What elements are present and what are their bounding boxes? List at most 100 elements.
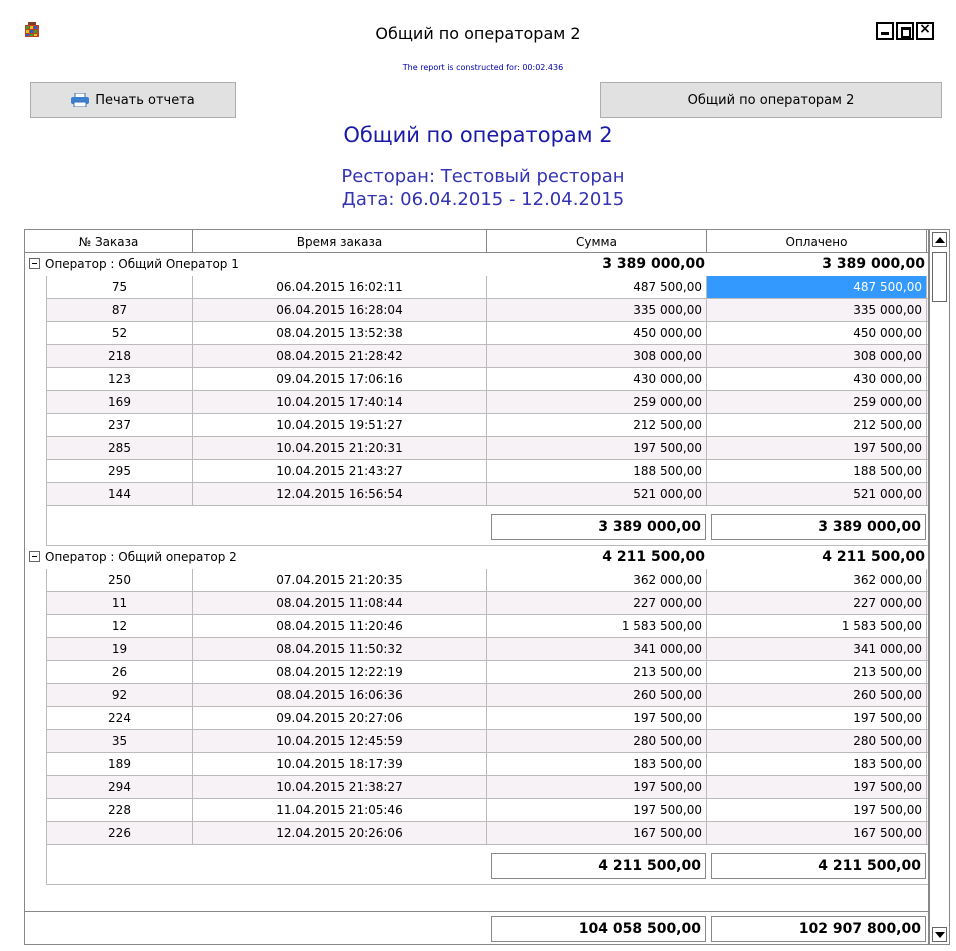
table-row[interactable]: 19 08.04.2015 11:50:32 341 000,00 341 000,0… — [47, 638, 928, 661]
cell-order-time[interactable]: 10.04.2015 17:40:14 — [193, 391, 487, 413]
cell-order-time[interactable]: 12.04.2015 16:56:54 — [193, 483, 487, 505]
cell-order-id[interactable]: 92 — [47, 684, 193, 706]
cell-sum[interactable]: 487 500,00 — [487, 276, 707, 298]
cell-order-time[interactable]: 08.04.2015 16:06:36 — [193, 684, 487, 706]
cell-order-id[interactable]: 224 — [47, 707, 193, 729]
cell-paid[interactable]: 188 500,00 — [707, 460, 927, 482]
cell-paid[interactable]: 183 500,00 — [707, 753, 927, 775]
table-row[interactable]: 295 10.04.2015 21:43:27 188 500,00 188 500,… — [47, 460, 928, 483]
cell-order-id[interactable]: 169 — [47, 391, 193, 413]
cell-sum[interactable]: 213 500,00 — [487, 661, 707, 683]
cell-sum[interactable]: 335 000,00 — [487, 299, 707, 321]
cell-sum[interactable]: 227 000,00 — [487, 592, 707, 614]
collapse-icon[interactable] — [29, 551, 40, 562]
vertical-scrollbar[interactable] — [929, 229, 950, 945]
cell-sum[interactable]: 430 000,00 — [487, 368, 707, 390]
minimize-button[interactable] — [876, 22, 894, 40]
cell-order-time[interactable]: 12.04.2015 20:26:06 — [193, 822, 487, 844]
cell-paid[interactable]: 227 000,00 — [707, 592, 927, 614]
cell-order-id[interactable]: 11 — [47, 592, 193, 614]
table-row[interactable]: 35 10.04.2015 12:45:59 280 500,00 280 500,0… — [47, 730, 928, 753]
cell-paid[interactable]: 197 500,00 — [707, 799, 927, 821]
cell-sum[interactable]: 260 500,00 — [487, 684, 707, 706]
cell-paid[interactable]: 213 500,00 — [707, 661, 927, 683]
cell-paid[interactable]: 1 583 500,00 — [707, 615, 927, 637]
table-row[interactable]: 237 10.04.2015 19:51:27 212 500,00 212 500,… — [47, 414, 928, 437]
cell-order-id[interactable]: 189 — [47, 753, 193, 775]
cell-paid[interactable]: 197 500,00 — [707, 707, 927, 729]
cell-order-id[interactable]: 12 — [47, 615, 193, 637]
cell-order-id[interactable]: 87 — [47, 299, 193, 321]
cell-order-id[interactable]: 295 — [47, 460, 193, 482]
cell-order-id[interactable]: 52 — [47, 322, 193, 344]
cell-sum[interactable]: 521 000,00 — [487, 483, 707, 505]
cell-order-time[interactable]: 10.04.2015 21:38:27 — [193, 776, 487, 798]
cell-order-id[interactable]: 218 — [47, 345, 193, 367]
cell-order-id[interactable]: 144 — [47, 483, 193, 505]
table-row[interactable]: 218 08.04.2015 21:28:42 308 000,00 308 000,… — [47, 345, 928, 368]
cell-paid[interactable]: 335 000,00 — [707, 299, 927, 321]
cell-paid[interactable]: 259 000,00 — [707, 391, 927, 413]
table-row[interactable]: 226 12.04.2015 20:26:06 167 500,00 167 500,… — [47, 822, 928, 845]
cell-order-time[interactable]: 10.04.2015 12:45:59 — [193, 730, 487, 752]
cell-order-time[interactable]: 08.04.2015 11:08:44 — [193, 592, 487, 614]
table-row[interactable]: 52 08.04.2015 13:52:38 450 000,00 450 000,0… — [47, 322, 928, 345]
cell-order-id[interactable]: 75 — [47, 276, 193, 298]
cell-order-id[interactable]: 35 — [47, 730, 193, 752]
cell-sum[interactable]: 197 500,00 — [487, 799, 707, 821]
table-row[interactable]: 75 06.04.2015 16:02:11 487 500,00 487 500,0… — [47, 276, 928, 299]
cell-order-time[interactable]: 09.04.2015 17:06:16 — [193, 368, 487, 390]
cell-paid[interactable]: 280 500,00 — [707, 730, 927, 752]
table-row[interactable]: 26 08.04.2015 12:22:19 213 500,00 213 500,0… — [47, 661, 928, 684]
cell-paid[interactable]: 260 500,00 — [707, 684, 927, 706]
cell-sum[interactable]: 341 000,00 — [487, 638, 707, 660]
cell-order-time[interactable]: 09.04.2015 20:27:06 — [193, 707, 487, 729]
table-row[interactable]: 285 10.04.2015 21:20:31 197 500,00 197 500,… — [47, 437, 928, 460]
table-row[interactable]: 189 10.04.2015 18:17:39 183 500,00 183 500,… — [47, 753, 928, 776]
table-row[interactable]: 250 07.04.2015 21:20:35 362 000,00 362 000,… — [47, 569, 928, 592]
table-row[interactable]: 92 08.04.2015 16:06:36 260 500,00 260 500,0… — [47, 684, 928, 707]
cell-sum[interactable]: 308 000,00 — [487, 345, 707, 367]
cell-order-id[interactable]: 294 — [47, 776, 193, 798]
cell-paid[interactable]: 521 000,00 — [707, 483, 927, 505]
cell-order-id[interactable]: 19 — [47, 638, 193, 660]
cell-order-time[interactable]: 10.04.2015 21:20:31 — [193, 437, 487, 459]
cell-sum[interactable]: 197 500,00 — [487, 437, 707, 459]
table-row[interactable]: 169 10.04.2015 17:40:14 259 000,00 259 000,… — [47, 391, 928, 414]
table-row[interactable]: 224 09.04.2015 20:27:06 197 500,00 197 500,… — [47, 707, 928, 730]
cell-order-time[interactable]: 06.04.2015 16:28:04 — [193, 299, 487, 321]
cell-order-id[interactable]: 285 — [47, 437, 193, 459]
table-row[interactable]: 12 08.04.2015 11:20:46 1 583 500,00 1 583 5… — [47, 615, 928, 638]
cell-order-id[interactable]: 226 — [47, 822, 193, 844]
cell-order-id[interactable]: 228 — [47, 799, 193, 821]
table-row[interactable]: 11 08.04.2015 11:08:44 227 000,00 227 000,0… — [47, 592, 928, 615]
cell-order-time[interactable]: 06.04.2015 16:02:11 — [193, 276, 487, 298]
column-header-order[interactable]: № Заказа — [25, 230, 193, 253]
column-header-paid[interactable]: Оплачено — [707, 230, 927, 253]
scroll-up-icon[interactable] — [932, 232, 947, 247]
cell-order-time[interactable]: 08.04.2015 13:52:38 — [193, 322, 487, 344]
cell-order-id[interactable]: 250 — [47, 569, 193, 591]
report-select-button[interactable]: Общий по операторам 2 — [600, 82, 942, 118]
column-header-time[interactable]: Время заказа — [193, 230, 487, 253]
cell-order-time[interactable]: 10.04.2015 18:17:39 — [193, 753, 487, 775]
scroll-thumb[interactable] — [932, 252, 947, 302]
cell-sum[interactable]: 259 000,00 — [487, 391, 707, 413]
cell-paid[interactable]: 362 000,00 — [707, 569, 927, 591]
table-row[interactable]: 144 12.04.2015 16:56:54 521 000,00 521 000,… — [47, 483, 928, 506]
scroll-down-icon[interactable] — [932, 927, 947, 942]
cell-paid[interactable]: 197 500,00 — [707, 776, 927, 798]
cell-order-time[interactable]: 07.04.2015 21:20:35 — [193, 569, 487, 591]
cell-sum[interactable]: 188 500,00 — [487, 460, 707, 482]
cell-order-id[interactable]: 237 — [47, 414, 193, 436]
table-row[interactable]: 228 11.04.2015 21:05:46 197 500,00 197 500,… — [47, 799, 928, 822]
cell-order-time[interactable]: 08.04.2015 11:50:32 — [193, 638, 487, 660]
cell-sum[interactable]: 212 500,00 — [487, 414, 707, 436]
cell-sum[interactable]: 197 500,00 — [487, 707, 707, 729]
cell-paid[interactable]: 308 000,00 — [707, 345, 927, 367]
cell-sum[interactable]: 280 500,00 — [487, 730, 707, 752]
cell-sum[interactable]: 183 500,00 — [487, 753, 707, 775]
cell-sum[interactable]: 1 583 500,00 — [487, 615, 707, 637]
cell-order-time[interactable]: 11.04.2015 21:05:46 — [193, 799, 487, 821]
collapse-icon[interactable] — [29, 258, 40, 269]
